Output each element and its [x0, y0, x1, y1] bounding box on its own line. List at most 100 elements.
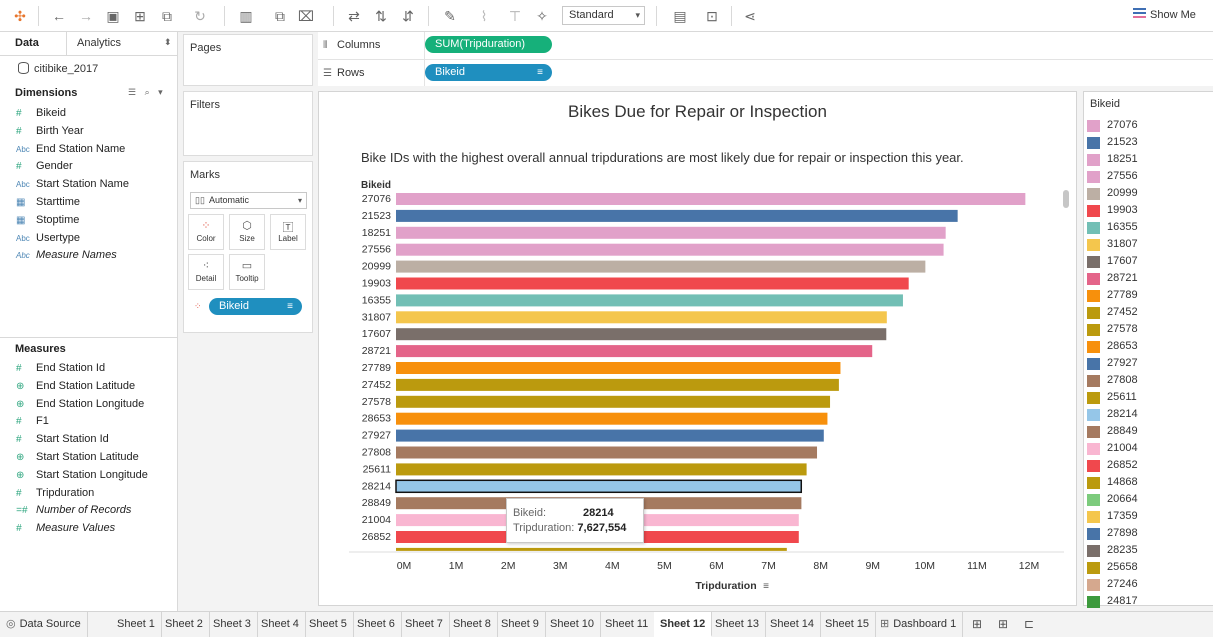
show-me-button[interactable]: Show Me: [1133, 8, 1196, 21]
row-label[interactable]: 18251: [362, 227, 391, 239]
row-label[interactable]: 28721: [362, 345, 391, 357]
measure-field[interactable]: # End Station Id: [16, 362, 105, 379]
dimension-field[interactable]: Abc Measure Names: [16, 249, 117, 266]
filters-card[interactable]: Filters: [183, 91, 313, 156]
sort-icon[interactable]: ≡: [763, 581, 769, 592]
detail-button[interactable]: ⁖ Detail: [188, 254, 224, 290]
label-icon[interactable]: ⊤: [505, 6, 525, 26]
sheet-tab[interactable]: Sheet 5: [303, 612, 354, 637]
dimension-field[interactable]: ▦ Stoptime: [16, 214, 79, 231]
dimension-field[interactable]: Abc Usertype: [16, 232, 80, 249]
sheet-tab[interactable]: Sheet 1: [111, 612, 162, 637]
row-label[interactable]: 20999: [362, 261, 391, 273]
pages-card[interactable]: Pages: [183, 34, 313, 86]
sort-descending-icon[interactable]: ⇵: [398, 6, 418, 26]
label-button[interactable]: 🅃 Label: [270, 214, 306, 250]
bar[interactable]: [396, 547, 787, 551]
measure-field[interactable]: # Measure Values: [16, 522, 115, 539]
duplicate-sheet-icon[interactable]: ⧉: [270, 6, 290, 26]
sheet-tab[interactable]: Sheet 12: [654, 612, 713, 637]
sheet-tab[interactable]: Sheet 10: [544, 612, 602, 637]
dimension-tools[interactable]: ☰ ⌕ ▾: [128, 87, 166, 98]
row-label[interactable]: 26852: [362, 531, 391, 543]
color-pill-bikeid[interactable]: Bikeid ≡: [209, 298, 302, 315]
measure-field[interactable]: ⊕ Start Station Latitude: [16, 451, 139, 468]
clear-sheet-icon[interactable]: ⌧: [296, 6, 316, 26]
row-label[interactable]: 28653: [362, 413, 391, 425]
mark-type-select[interactable]: ▯▯ Automatic ▾: [190, 192, 307, 209]
bar[interactable]: [396, 311, 887, 324]
dimension-field[interactable]: Abc End Station Name: [16, 143, 125, 160]
bar[interactable]: [396, 362, 841, 374]
size-button[interactable]: ⬡ Size: [229, 214, 265, 250]
bar[interactable]: [396, 446, 818, 459]
new-dashboard-icon[interactable]: ⊞: [998, 617, 1008, 631]
row-label[interactable]: 27076: [362, 193, 391, 205]
sheet-tab[interactable]: Sheet 11: [599, 612, 656, 637]
tab-data[interactable]: Data: [15, 37, 39, 49]
row-label[interactable]: 16355: [362, 294, 391, 306]
bar[interactable]: [396, 294, 903, 307]
fit-select[interactable]: Standard ▾: [562, 6, 645, 25]
presentation-icon[interactable]: ⊡: [702, 6, 722, 26]
datasource-item[interactable]: citibike_2017: [18, 62, 98, 75]
bar[interactable]: [395, 479, 803, 494]
bar[interactable]: [396, 378, 839, 391]
row-label[interactable]: 27789: [362, 362, 391, 374]
paperclip-icon[interactable]: ⌇: [474, 6, 494, 26]
pin-icon[interactable]: ✧: [532, 6, 552, 26]
bar[interactable]: [396, 193, 1026, 205]
new-story-icon[interactable]: ⊏: [1024, 617, 1034, 631]
new-worksheet-icon[interactable]: ⊞: [972, 617, 982, 631]
dimension-field[interactable]: ▦ Starttime: [16, 196, 80, 213]
tableau-logo-icon[interactable]: ✣: [10, 6, 30, 26]
sheet-tab[interactable]: ⊞ Dashboard 1: [874, 612, 964, 637]
row-label[interactable]: 27808: [362, 447, 391, 459]
row-label[interactable]: 19903: [362, 278, 391, 290]
color-button[interactable]: ⁘ Color: [188, 214, 224, 250]
row-label[interactable]: 21523: [362, 210, 391, 222]
tab-data-source[interactable]: ◎ Data Source: [0, 612, 88, 637]
dimension-field[interactable]: # Birth Year: [16, 125, 84, 142]
measure-field[interactable]: ⊕ Start Station Longitude: [16, 469, 148, 486]
dimension-field[interactable]: # Gender: [16, 160, 73, 177]
fit-icon[interactable]: ▤: [670, 6, 690, 26]
bar[interactable]: [396, 463, 807, 476]
tooltip-button[interactable]: ▭ Tooltip: [229, 254, 265, 290]
measure-field[interactable]: ⊕ End Station Latitude: [16, 380, 135, 397]
bar[interactable]: [396, 345, 873, 358]
bar[interactable]: [396, 412, 828, 425]
row-label[interactable]: 27452: [362, 379, 391, 391]
vertical-scrollbar[interactable]: [1063, 190, 1069, 208]
save-icon[interactable]: ▣: [103, 6, 123, 26]
sheet-tab[interactable]: Sheet 13: [709, 612, 767, 637]
duplicate-icon[interactable]: ⧉: [157, 6, 177, 26]
row-label[interactable]: 28214: [362, 480, 391, 492]
measure-field[interactable]: =# Number of Records: [16, 504, 131, 521]
measure-field[interactable]: # F1: [16, 415, 49, 432]
tab-analytics[interactable]: Analytics: [77, 37, 121, 49]
columns-pill-tripduration[interactable]: SUM(Tripduration): [425, 36, 552, 53]
bar[interactable]: [396, 243, 944, 256]
row-label[interactable]: 27556: [362, 244, 391, 256]
dimension-field[interactable]: # Bikeid: [16, 107, 66, 124]
sheet-tab[interactable]: Sheet 4: [255, 612, 306, 637]
x-axis-title[interactable]: Tripduration: [695, 580, 756, 592]
swap-icon[interactable]: ⇄: [344, 6, 364, 26]
sheet-tab[interactable]: Sheet 15: [819, 612, 877, 637]
highlight-icon[interactable]: ✎: [440, 6, 460, 26]
row-label[interactable]: 21004: [362, 514, 391, 526]
rows-pill-bikeid[interactable]: Bikeid ≡: [425, 64, 552, 81]
sheet-tab[interactable]: Sheet 14: [764, 612, 822, 637]
back-icon[interactable]: ←: [49, 6, 69, 26]
sheet-tab[interactable]: Sheet 9: [495, 612, 546, 637]
measure-field[interactable]: # Tripduration: [16, 487, 94, 504]
sheet-tab[interactable]: Sheet 2: [159, 612, 210, 637]
bar[interactable]: [396, 277, 909, 290]
sheet-tab[interactable]: Sheet 6: [351, 612, 402, 637]
row-label[interactable]: 31807: [362, 311, 391, 323]
bar[interactable]: [396, 226, 946, 239]
measure-field[interactable]: # Start Station Id: [16, 433, 109, 450]
collapse-icon[interactable]: ⬍: [164, 37, 172, 48]
row-label[interactable]: 27578: [362, 396, 391, 408]
